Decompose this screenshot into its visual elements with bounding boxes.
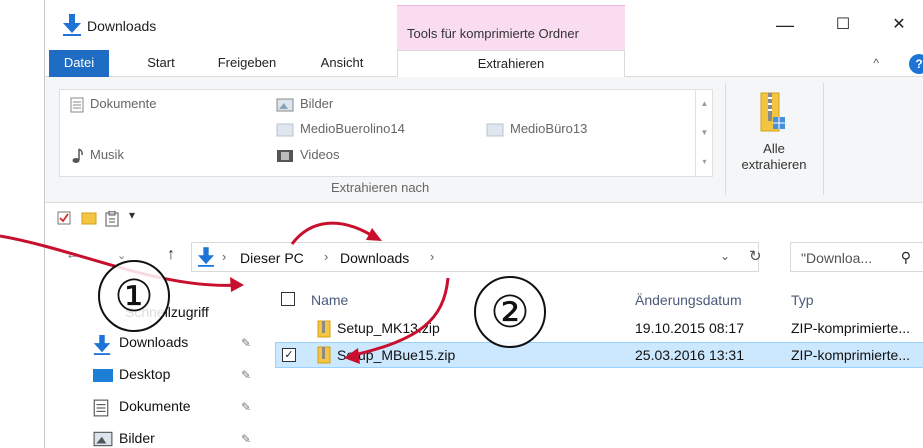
row-checkbox-checked[interactable]: ✓	[282, 348, 296, 362]
quick-access-toolbar: ▾	[45, 203, 923, 233]
qat-customize-icon[interactable]: ▾	[129, 208, 135, 222]
ribbon-collapse-icon[interactable]: ^	[873, 56, 879, 70]
address-history-icon[interactable]: ⌄	[720, 249, 730, 263]
tab-datei[interactable]: Datei	[49, 50, 109, 77]
gallery-item-videos[interactable]: Videos	[276, 147, 340, 163]
gallery-item-mediobuero13[interactable]: MedioBüro13	[486, 121, 587, 137]
contextual-tab-label: Tools für komprimierte Ordner	[407, 26, 579, 41]
download-arrow-icon	[93, 335, 111, 355]
search-placeholder: "Downloa...	[801, 250, 873, 266]
column-header-name[interactable]: Name	[311, 292, 348, 308]
minimize-button[interactable]: —	[765, 10, 805, 40]
gallery-item-mediobuerolino14[interactable]: MedioBuerolino14	[276, 121, 405, 137]
tab-start[interactable]: Start	[131, 50, 191, 77]
file-list: Name Änderungsdatum Typ Setup_MK13.zip 1…	[271, 276, 923, 448]
file-date: 19.10.2015 08:17	[635, 320, 744, 336]
file-type: ZIP-komprimierte...	[791, 320, 911, 336]
picture-icon	[276, 98, 294, 112]
contextual-tab-header: Tools für komprimierte Ordner	[397, 5, 625, 50]
search-box[interactable]: "Downloa... ⚲	[790, 242, 923, 272]
breadcrumb-separator[interactable]: ›	[430, 249, 434, 264]
zip-file-icon	[317, 346, 331, 364]
up-arrow-icon[interactable]: ↑	[167, 246, 175, 264]
breadcrumb-downloads[interactable]: Downloads	[340, 250, 409, 266]
ribbon-panel: Dokumente Bilder MedioBuerolino14 MedioB…	[45, 77, 923, 203]
gallery-scrollbar[interactable]: ▲ ▼ ▾	[695, 89, 713, 177]
tab-freigeben[interactable]: Freigeben	[207, 50, 287, 77]
select-all-checkbox[interactable]	[281, 292, 295, 306]
zip-file-icon	[317, 320, 331, 338]
window-title: Downloads	[87, 18, 157, 34]
gallery-scroll-down-icon[interactable]: ▼	[696, 118, 713, 147]
gallery-item-musik[interactable]: Musik	[70, 147, 124, 164]
gallery-item-dokumente[interactable]: Dokumente	[70, 96, 156, 113]
folder-icon	[276, 123, 294, 137]
help-icon[interactable]: ?	[909, 54, 923, 74]
file-type: ZIP-komprimierte...	[791, 347, 911, 363]
pin-icon[interactable]: ✎	[241, 336, 251, 350]
extract-all-label-line2: extrahieren	[741, 157, 807, 172]
breadcrumb-dieser-pc[interactable]: Dieser PC	[240, 250, 304, 266]
clipboard-icon[interactable]	[105, 211, 119, 227]
extract-destination-gallery: Dokumente Bilder MedioBuerolino14 MedioB…	[59, 89, 713, 177]
ribbon-tab-row: Datei Start Freigeben Ansicht Extrahiere…	[45, 50, 923, 78]
refresh-icon[interactable]: ↻	[749, 247, 762, 265]
search-icon[interactable]: ⚲	[901, 249, 911, 266]
new-folder-icon[interactable]	[81, 211, 97, 225]
column-header-date[interactable]: Änderungsdatum	[635, 292, 742, 308]
folder-icon	[486, 123, 504, 137]
file-name: Setup_MK13.zip	[337, 320, 440, 336]
desktop-icon	[93, 369, 113, 382]
back-arrow-icon[interactable]: ←	[65, 246, 81, 264]
file-row-selected[interactable]: ✓ Setup_MBue15.zip 25.03.2016 13:31 ZIP-…	[275, 342, 923, 368]
file-date: 25.03.2016 13:31	[635, 347, 744, 363]
navigation-row: ← ⌄ ↑ › Dieser PC › Downloads › ⌄ ↻ "Dow…	[45, 236, 923, 276]
gallery-scroll-up-icon[interactable]: ▲	[696, 89, 713, 118]
file-row[interactable]: Setup_MK13.zip 19.10.2015 08:17 ZIP-komp…	[275, 316, 923, 342]
document-icon	[93, 399, 109, 417]
maximize-button[interactable]: ☐	[823, 10, 863, 40]
pin-icon[interactable]: ✎	[241, 432, 251, 446]
tab-ansicht[interactable]: Ansicht	[305, 50, 379, 77]
document-icon	[70, 97, 84, 113]
breadcrumb-separator[interactable]: ›	[222, 249, 226, 264]
title-bar: Downloads Tools für komprimierte Ordner …	[45, 0, 923, 50]
tab-extrahieren[interactable]: Extrahieren	[397, 50, 625, 78]
extract-all-label-line1: Alle	[763, 141, 785, 156]
annotation-step-2: ②	[474, 276, 546, 348]
ribbon-divider	[823, 83, 824, 195]
download-arrow-icon	[63, 14, 81, 36]
gallery-more-icon[interactable]: ▾	[696, 147, 713, 176]
properties-check-icon[interactable]	[57, 211, 71, 225]
annotation-step-1: ①	[98, 260, 170, 332]
ribbon-divider	[725, 83, 726, 195]
pin-icon[interactable]: ✎	[241, 368, 251, 382]
breadcrumb-separator[interactable]: ›	[324, 249, 328, 264]
picture-icon	[93, 431, 113, 447]
column-header-type[interactable]: Typ	[791, 292, 814, 308]
explorer-window: Downloads Tools für komprimierte Ordner …	[44, 0, 923, 448]
video-icon	[277, 149, 293, 162]
pin-icon[interactable]: ✎	[241, 400, 251, 414]
address-bar[interactable]: › Dieser PC › Downloads › ⌄	[191, 242, 759, 272]
close-button[interactable]: ✕	[879, 10, 919, 40]
extract-all-button[interactable]: Alle extrahieren	[729, 83, 819, 193]
download-arrow-icon	[198, 247, 214, 267]
zip-folder-icon	[760, 92, 785, 132]
file-name: Setup_MBue15.zip	[337, 347, 456, 363]
music-note-icon	[72, 147, 83, 163]
gallery-item-bilder[interactable]: Bilder	[276, 96, 333, 112]
ribbon-group-label: Extrahieren nach	[331, 180, 430, 195]
